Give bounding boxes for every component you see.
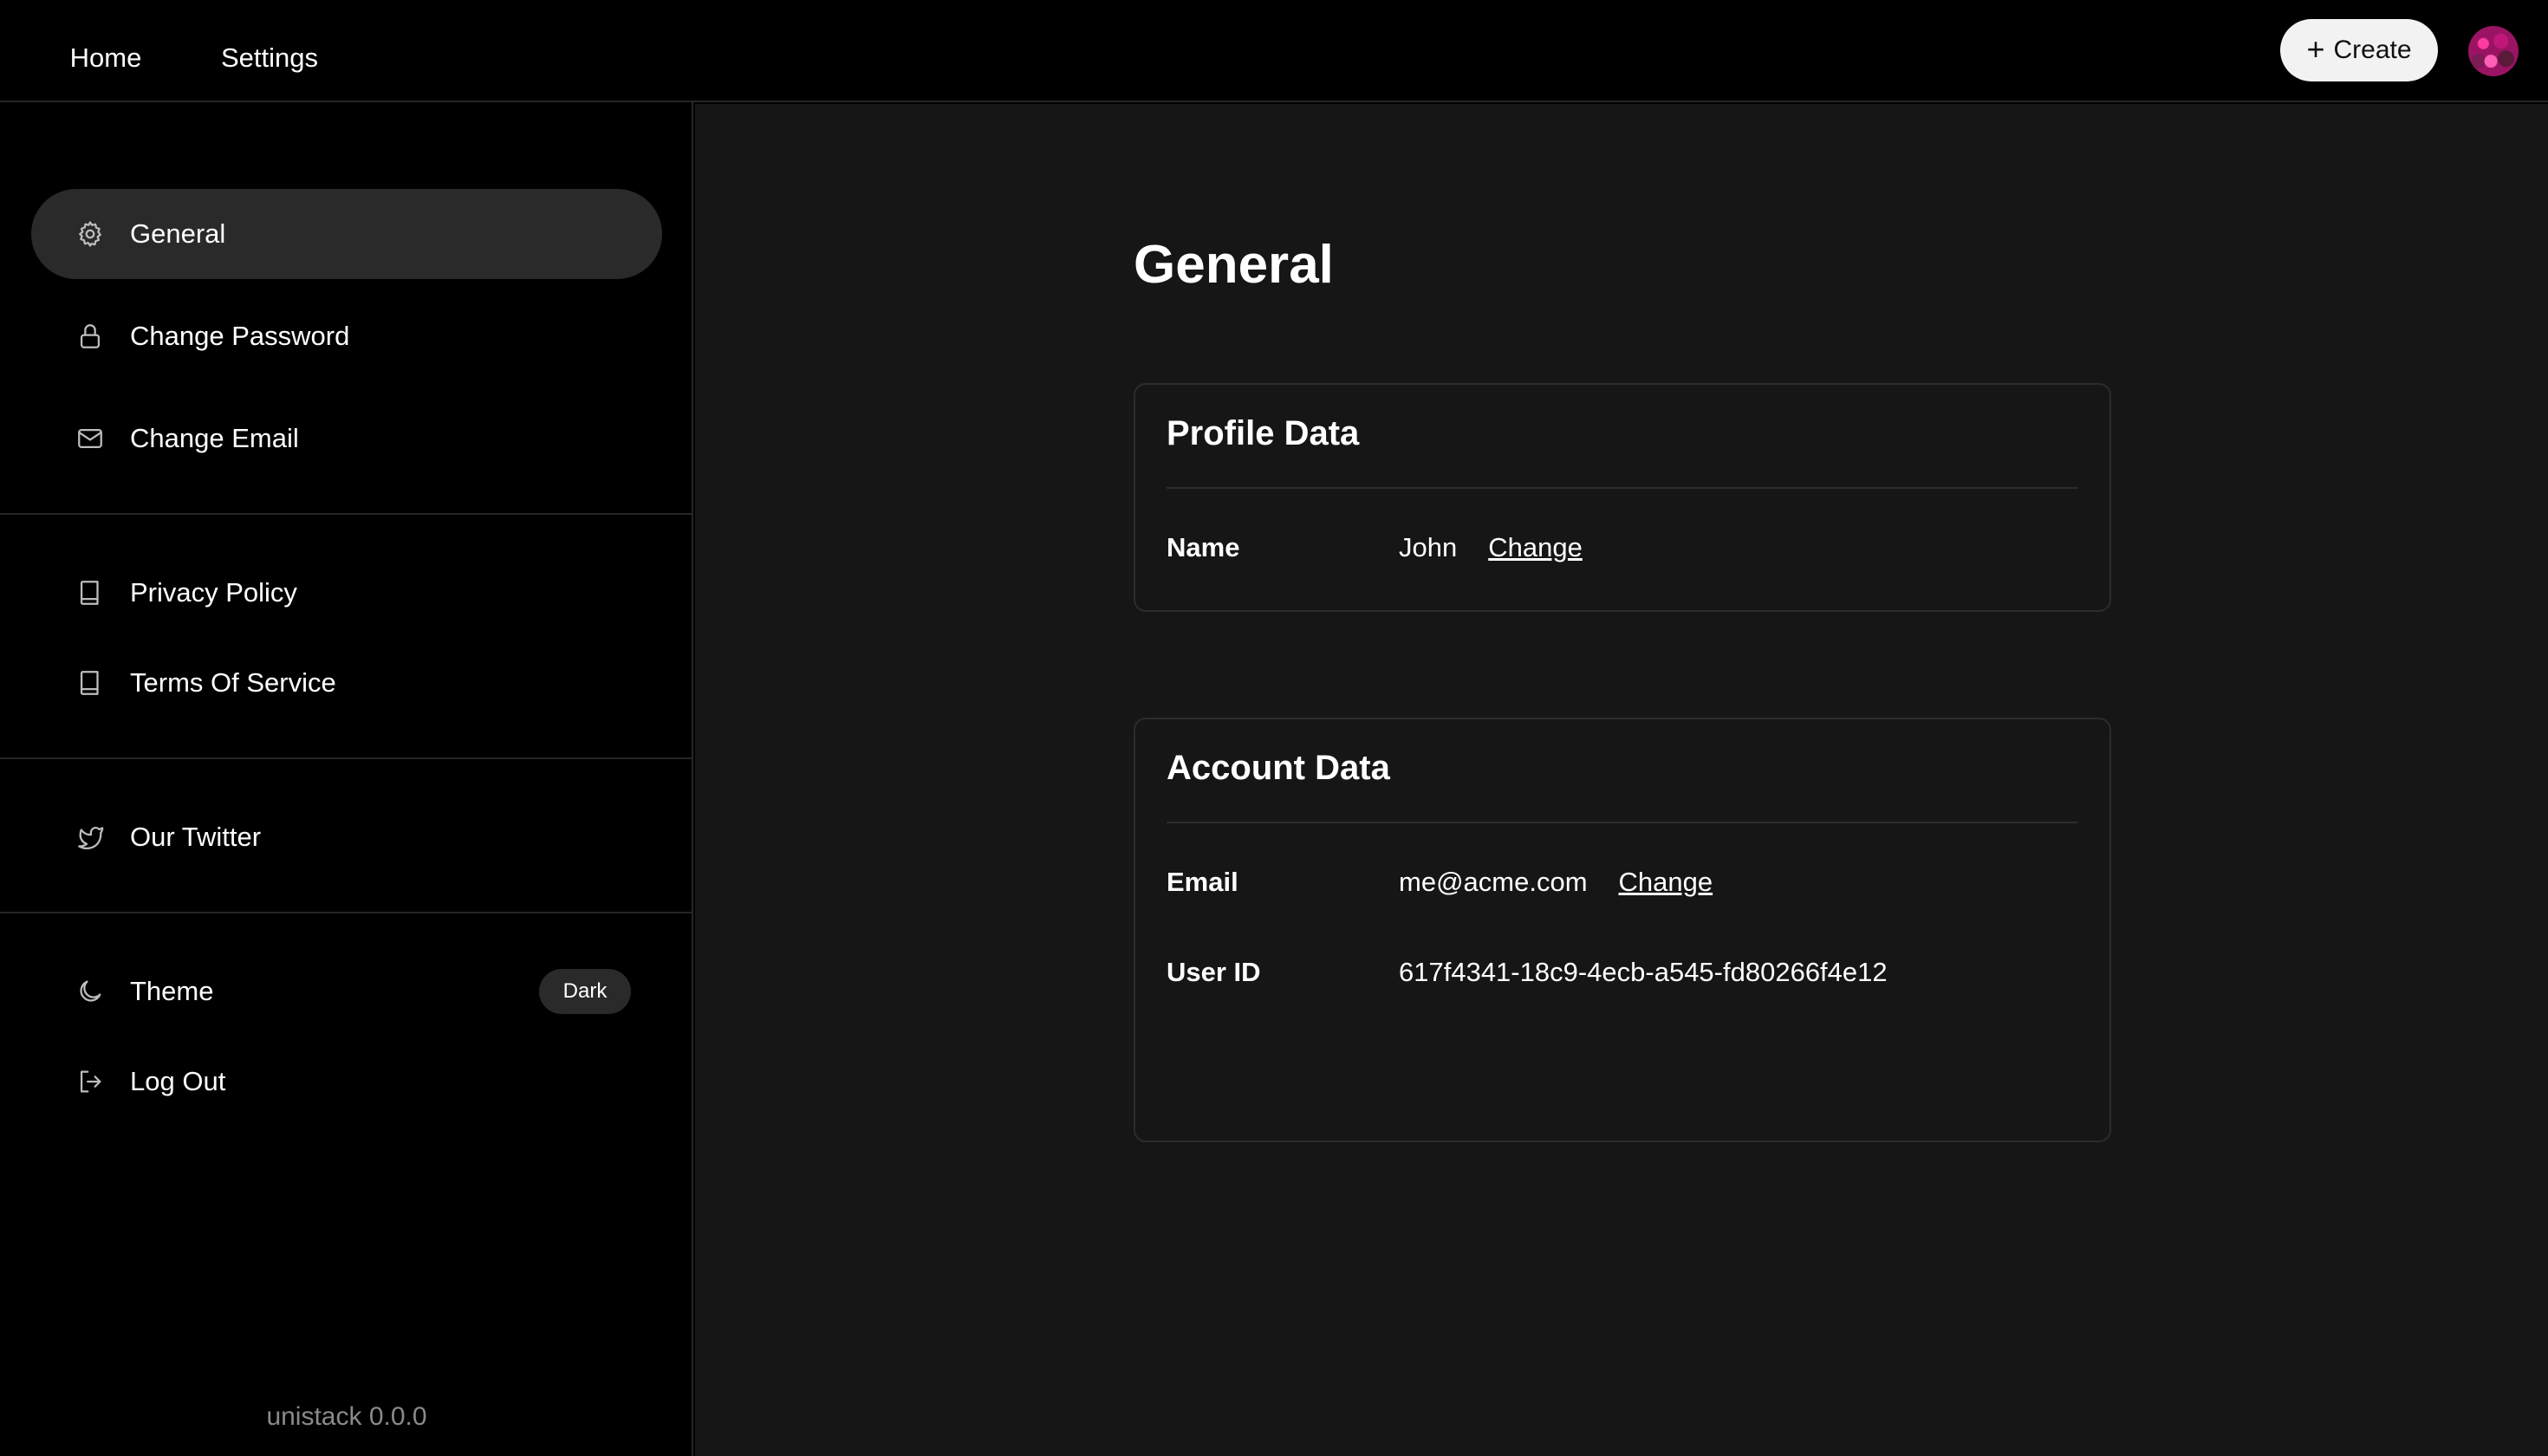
twitter-icon (75, 822, 106, 853)
tab-home[interactable]: Home (54, 0, 158, 102)
sidebar-item-label: Our Twitter (130, 822, 262, 852)
account-data-card: Account Data Email me@acme.com Change Us… (1134, 718, 2111, 1142)
email-row: Email me@acme.com Change (1167, 863, 2078, 901)
settings-sidebar: General Change Password Change Email Pri… (0, 102, 693, 1456)
sidebar-item-general[interactable]: General (31, 189, 662, 279)
sidebar-divider (0, 757, 693, 759)
sidebar-item-label: Terms Of Service (130, 667, 336, 698)
sidebar-item-change-email[interactable]: Change Email (31, 393, 662, 484)
tab-settings[interactable]: Settings (187, 0, 352, 107)
book-icon (75, 667, 106, 699)
sidebar-item-label: General (130, 218, 226, 249)
lock-icon (75, 321, 106, 352)
sidebar-item-privacy-policy[interactable]: Privacy Policy (31, 548, 662, 638)
moon-icon (75, 976, 106, 1007)
sidebar-item-change-password[interactable]: Change Password (31, 291, 662, 381)
settings-main-panel: General Profile Data Name John Change Ac… (695, 104, 2548, 1456)
card-divider (1167, 822, 2078, 823)
user-id-row: User ID 617f4341-18c9-4ecb-a545-fd80266f… (1167, 953, 2078, 991)
email-value: me@acme.com (1399, 867, 1588, 897)
card-title: Profile Data (1167, 414, 1360, 452)
create-button[interactable]: + Create (2280, 19, 2438, 81)
page-title: General (1134, 235, 1334, 295)
name-row: Name John Change (1167, 529, 2078, 567)
change-name-link[interactable]: Change (1488, 532, 1583, 563)
sidebar-item-label: Change Email (130, 423, 299, 453)
sidebar-item-log-out[interactable]: Log Out (31, 1037, 662, 1127)
user-id-value: 617f4341-18c9-4ecb-a545-fd80266f4e12 (1399, 957, 1888, 987)
plus-icon: + (2306, 30, 2325, 67)
sidebar-item-our-twitter[interactable]: Our Twitter (31, 792, 662, 882)
sidebar-item-label: Log Out (130, 1066, 226, 1096)
name-value: John (1399, 532, 1458, 562)
card-title: Account Data (1167, 749, 1390, 787)
sidebar-item-terms-of-service[interactable]: Terms Of Service (31, 638, 662, 728)
version-label: unistack 0.0.0 (266, 1402, 427, 1431)
sidebar-item-label: Change Password (130, 321, 350, 351)
theme-badge[interactable]: Dark (539, 969, 631, 1014)
logout-icon (75, 1066, 106, 1097)
top-navigation-bar: Home Settings + Create (0, 0, 2548, 107)
profile-data-card: Profile Data Name John Change (1134, 383, 2111, 612)
book-icon (75, 577, 106, 608)
avatar[interactable] (2468, 26, 2519, 76)
sidebar-item-theme[interactable]: Theme Dark (31, 946, 662, 1037)
card-divider (1167, 487, 2078, 489)
change-email-link[interactable]: Change (1619, 867, 1713, 898)
mail-icon (75, 423, 106, 454)
create-button-label: Create (2333, 36, 2412, 64)
gear-icon (75, 218, 106, 250)
sidebar-divider (0, 513, 693, 515)
sidebar-item-label: Theme (130, 976, 214, 1006)
sidebar-divider (0, 912, 693, 913)
name-label: Name (1167, 532, 1240, 562)
user-id-label: User ID (1167, 957, 1261, 987)
sidebar-item-label: Privacy Policy (130, 577, 297, 608)
email-label: Email (1167, 867, 1238, 897)
